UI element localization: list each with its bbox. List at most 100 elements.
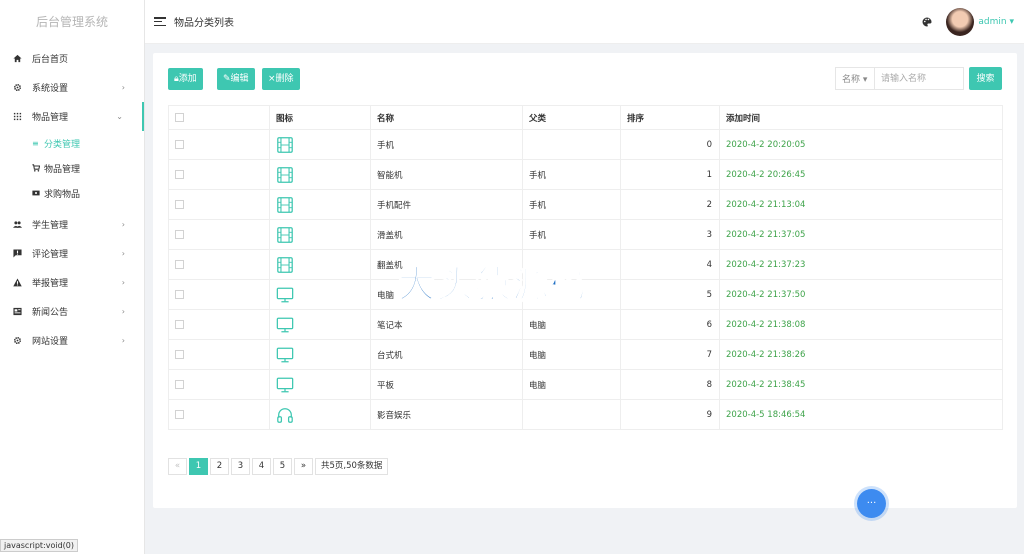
pagination-next[interactable]: » (294, 458, 313, 475)
row-select-cell (168, 189, 270, 220)
submenu-item-wanted[interactable]: 求购物品 (0, 181, 144, 206)
headphones-icon (276, 407, 294, 423)
search-input[interactable] (874, 67, 964, 90)
order-cell: 0 (620, 129, 720, 160)
row-select-cell (168, 249, 270, 280)
dots-icon: ··· (866, 498, 877, 509)
row-checkbox[interactable] (175, 259, 184, 269)
pagination-page[interactable]: 2 (210, 458, 229, 475)
row-select-cell (168, 369, 270, 400)
user-menu[interactable]: admin ▾ (978, 17, 1014, 27)
row-checkbox[interactable] (175, 379, 184, 389)
submenu-item-label: 求购物品 (44, 190, 81, 200)
film-icon (276, 256, 294, 273)
icon-cell (269, 219, 371, 250)
table-row[interactable]: 平板 电脑 8 2020-4-2 21:38:45 (168, 369, 1003, 400)
grid-icon (13, 112, 22, 121)
chevron-right-icon: › (121, 307, 125, 316)
ticket-icon (32, 189, 40, 199)
parent-cell: 手机 (522, 189, 621, 220)
name-cell: 智能机 (370, 159, 523, 190)
row-select-cell (168, 129, 270, 160)
delete-button-label: 删除 (275, 74, 294, 84)
column-header: 图标 (269, 105, 371, 130)
sidebar-item-home[interactable]: 后台首页 (0, 44, 144, 73)
row-checkbox[interactable] (175, 409, 184, 419)
icon-cell (269, 129, 371, 160)
table-row[interactable]: 影音娱乐 9 2020-4-5 18:46:54 (168, 399, 1003, 430)
icon-cell (269, 339, 371, 370)
sidebar-item-label: 物品管理 (32, 113, 69, 123)
sidebar-item-label: 评论管理 (32, 250, 69, 260)
row-checkbox[interactable] (175, 349, 184, 359)
sidebar-item-system[interactable]: 系统设置 › (0, 73, 144, 102)
icon-cell (269, 189, 371, 220)
icon-cell (269, 159, 371, 190)
sidebar-item-reports[interactable]: 举报管理 › (0, 268, 144, 297)
pagination-page[interactable]: 1 (189, 458, 208, 475)
time-cell: 2020-4-2 20:20:05 (719, 129, 1003, 160)
time-cell: 2020-4-2 21:37:23 (719, 249, 1003, 280)
name-cell: 影音娱乐 (370, 399, 523, 430)
parent-cell (522, 129, 621, 160)
sidebar-item-comments[interactable]: 评论管理 › (0, 239, 144, 268)
order-cell: 8 (620, 369, 720, 400)
table-row[interactable]: 笔记本 电脑 6 2020-4-2 21:38:08 (168, 309, 1003, 340)
sidebar-item-site-settings[interactable]: 网站设置 › (0, 326, 144, 355)
row-checkbox[interactable] (175, 229, 184, 239)
sidebar-item-goods[interactable]: 物品管理 ⌄ (0, 102, 144, 131)
search-button[interactable]: 搜索 (969, 67, 1002, 90)
time-cell: 2020-4-2 21:38:45 (719, 369, 1003, 400)
time-cell: 2020-4-2 20:26:45 (719, 159, 1003, 190)
pagination-page[interactable]: 3 (231, 458, 250, 475)
row-checkbox[interactable] (175, 139, 184, 149)
menu-toggle-icon[interactable] (154, 17, 166, 26)
chevron-right-icon: › (121, 278, 125, 287)
pagination-prev[interactable]: « (168, 458, 187, 475)
table-row[interactable]: 滑盖机 手机 3 2020-4-2 21:37:05 (168, 219, 1003, 250)
select-all-cell (168, 105, 270, 130)
row-checkbox[interactable] (175, 289, 184, 299)
select-all-checkbox[interactable] (175, 112, 184, 122)
name-cell: 手机 (370, 129, 523, 160)
search-field-select[interactable]: 名称 ▾ (835, 67, 875, 90)
row-select-cell (168, 309, 270, 340)
sidebar-item-students[interactable]: 学生管理 › (0, 210, 144, 239)
table-row[interactable]: 手机 0 2020-4-2 20:20:05 (168, 129, 1003, 160)
parent-cell: 电脑 (522, 309, 621, 340)
order-cell: 2 (620, 189, 720, 220)
column-header: 排序 (620, 105, 720, 130)
page-title: 物品分类列表 (174, 18, 234, 29)
submenu-item-goods[interactable]: 物品管理 (0, 156, 144, 181)
avatar[interactable] (946, 8, 974, 36)
gear-icon (13, 83, 22, 92)
table-row[interactable]: 台式机 电脑 7 2020-4-2 21:38:26 (168, 339, 1003, 370)
edit-button[interactable]: ✎编辑 (217, 68, 255, 90)
name-cell: 平板 (370, 369, 523, 400)
row-checkbox[interactable] (175, 199, 184, 209)
monitor-icon (276, 317, 294, 332)
chevron-right-icon: › (121, 83, 125, 92)
sidebar-item-label: 举报管理 (32, 279, 69, 289)
submenu-item-category[interactable]: ≡ 分类管理 (0, 131, 144, 156)
pagination-page[interactable]: 4 (252, 458, 271, 475)
monitor-icon (276, 347, 294, 362)
delete-button[interactable]: ×删除 (262, 68, 300, 90)
film-icon (276, 166, 294, 183)
order-cell: 6 (620, 309, 720, 340)
status-bar-tip: javascript:void(0) (0, 539, 79, 552)
float-action-button[interactable]: ··· (857, 489, 886, 518)
row-select-cell (168, 339, 270, 370)
table-row[interactable]: 手机配件 手机 2 2020-4-2 21:13:04 (168, 189, 1003, 220)
sidebar: 后台管理系统 后台首页 系统设置 › 物品管理 ⌄ ≡ 分类管理 物品管理 求购… (0, 0, 145, 554)
pagination-page[interactable]: 5 (273, 458, 292, 475)
palette-icon[interactable] (922, 17, 932, 27)
row-checkbox[interactable] (175, 169, 184, 179)
add-button[interactable]: 🔒︎添加 (168, 68, 203, 90)
sidebar-item-news[interactable]: 新闻公告 › (0, 297, 144, 326)
row-checkbox[interactable] (175, 319, 184, 329)
film-icon (276, 136, 294, 153)
close-icon: × (268, 74, 276, 84)
row-select-cell (168, 219, 270, 250)
table-row[interactable]: 智能机 手机 1 2020-4-2 20:26:45 (168, 159, 1003, 190)
